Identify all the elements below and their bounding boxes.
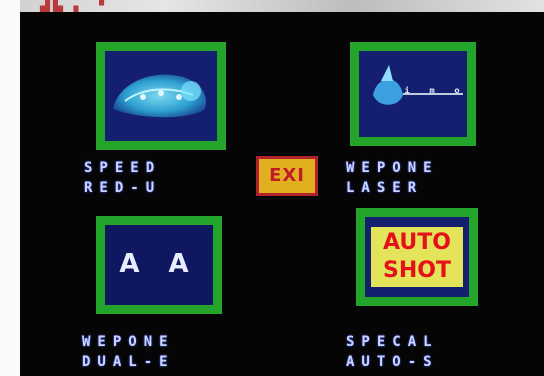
- auto-shot-label-2: AUTO-S: [346, 354, 439, 370]
- speed-up-label-1: SPEED: [84, 160, 162, 176]
- exit-label: EXI: [269, 165, 305, 186]
- dual-ships-icon: A A: [105, 225, 213, 305]
- auto-shot-label-1: SPECAL: [346, 334, 439, 350]
- dual-glyphs: A A: [119, 249, 199, 279]
- top-bar: ▟▙ ▖ ▝: [0, 0, 544, 14]
- laser-ship-icon: ᵢ ₘ ₒ: [359, 51, 467, 137]
- speed-up-label-2: RED-U: [84, 180, 162, 196]
- game-screen: SPEED RED-U ᵢ ₘ ₒ WEPONE LASER EXI A A W…: [20, 12, 544, 376]
- exit-button[interactable]: EXI: [256, 156, 318, 196]
- dual-label-1: WEPONE: [82, 334, 175, 350]
- laser-glyphs: ᵢ ₘ ₒ: [403, 81, 466, 97]
- laser-label-1: WEPONE: [346, 160, 439, 176]
- auto-shot-option[interactable]: AUTO SHOT: [356, 208, 478, 306]
- auto-shot-text: AUTO SHOT: [371, 227, 463, 287]
- blob-ship-icon: [105, 51, 217, 141]
- left-border: [0, 0, 20, 376]
- weapon-dual-option[interactable]: A A: [96, 216, 222, 314]
- speed-up-option[interactable]: [96, 42, 226, 150]
- weapon-laser-option[interactable]: ᵢ ₘ ₒ: [350, 42, 476, 146]
- auto-shot-sign-icon: AUTO SHOT: [365, 217, 469, 297]
- dual-label-2: DUAL-E: [82, 354, 175, 370]
- laser-label-2: LASER: [346, 180, 424, 196]
